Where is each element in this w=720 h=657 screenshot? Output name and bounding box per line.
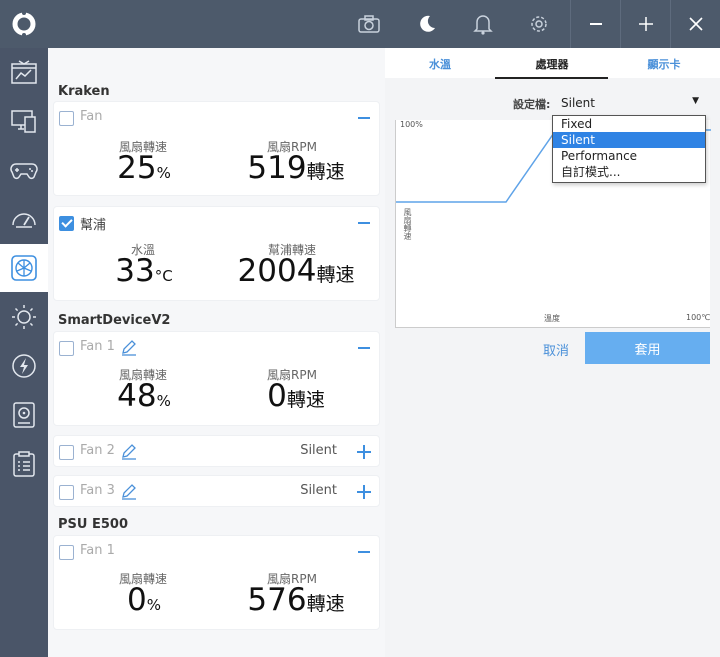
option-performance[interactable]: Performance	[553, 148, 705, 164]
collapse-button[interactable]	[358, 347, 370, 349]
kraken-fan-checkbox[interactable]	[59, 111, 74, 126]
gear-icon[interactable]	[525, 10, 553, 38]
apply-button[interactable]: 套用	[585, 332, 710, 364]
smartdevice-fan3-card: Fan 3 Silent	[53, 475, 380, 507]
sidebar-item-performance[interactable]	[0, 195, 48, 243]
device-panel: Kraken Fan 風扇轉速 25% 風扇RPM 519轉速 幫浦 水溫 33…	[48, 48, 385, 657]
sidebar-item-cooling[interactable]	[0, 244, 48, 292]
fan2-checkbox[interactable]	[59, 445, 74, 460]
logo-icon	[12, 11, 36, 37]
device-name: Fan 2	[80, 443, 115, 458]
cancel-button[interactable]: 取消	[543, 340, 569, 359]
speed-value: 48%	[117, 378, 171, 414]
temp-value: 33°C	[115, 253, 173, 289]
fan3-checkbox[interactable]	[59, 485, 74, 500]
profile-dropdown: Fixed Silent Performance 自訂模式...	[552, 115, 706, 183]
app-logo	[0, 0, 48, 48]
storage-icon	[13, 402, 35, 428]
tab-gpu[interactable]: 顯示卡	[609, 56, 719, 72]
dashboard-icon	[11, 60, 37, 84]
minimize-button[interactable]	[570, 0, 620, 48]
fan-curve-panel: 水溫 處理器 顯示卡 100% 風扇轉速 溫度 100℃ 設定檔: Silent…	[385, 48, 720, 657]
speed-value: 0%	[127, 582, 161, 618]
sidebar-item-power[interactable]	[0, 342, 48, 390]
kraken-fan-card: Fan 風扇轉速 25% 風扇RPM 519轉速	[53, 101, 380, 196]
gamepad-icon	[10, 163, 38, 180]
power-icon	[12, 354, 36, 378]
sidebar-item-storage[interactable]	[0, 391, 48, 439]
pump-speed-value: 2004轉速	[237, 253, 355, 289]
maximize-icon	[638, 17, 653, 31]
tab-liquid[interactable]: 水溫	[385, 56, 495, 72]
option-fixed[interactable]: Fixed	[553, 116, 705, 132]
psu-fan1-card: Fan 1 風扇轉速 0% 風扇RPM 576轉速	[53, 535, 380, 630]
gauge-icon	[12, 213, 36, 228]
smartdevice-fan1-card: Fan 1 風扇轉速 48% 風扇RPM 0轉速	[53, 331, 380, 426]
device-name: 幫浦	[80, 218, 107, 233]
device-name: Fan 3	[80, 483, 115, 498]
maximize-button[interactable]	[620, 0, 670, 48]
sun-icon	[12, 305, 36, 329]
rpm-value: 576轉速	[247, 582, 345, 618]
sidebar-item-monitor[interactable]	[0, 97, 48, 145]
title-bar	[0, 0, 720, 48]
device-name: Fan 1	[80, 339, 115, 354]
collapse-button[interactable]	[358, 222, 370, 224]
rpm-value: 0轉速	[267, 378, 325, 414]
expand-button[interactable]	[357, 485, 371, 499]
active-tab-indicator	[495, 77, 608, 79]
group-title-kraken: Kraken	[58, 84, 110, 99]
dropdown-arrow-icon: ▼	[692, 96, 699, 106]
kraken-pump-card: 幫浦 水溫 33°C 幫浦轉速 2004轉速	[53, 206, 380, 301]
monitor-icon	[11, 110, 36, 133]
fan-mode: Silent	[300, 483, 337, 498]
minimize-icon	[589, 23, 602, 25]
device-name: Fan	[80, 109, 103, 124]
sidebar	[0, 48, 48, 657]
psu-fan1-checkbox[interactable]	[59, 545, 74, 560]
close-button[interactable]	[670, 0, 720, 48]
sidebar-item-dashboard[interactable]	[0, 48, 48, 96]
profile-value: Silent	[561, 96, 595, 110]
collapse-button[interactable]	[358, 551, 370, 553]
edit-icon[interactable]	[120, 338, 138, 356]
tab-cpu[interactable]: 處理器	[497, 56, 607, 72]
speed-value: 25%	[117, 150, 171, 186]
fan-icon	[11, 255, 37, 281]
close-icon	[688, 17, 703, 31]
camera-icon[interactable]	[355, 10, 383, 38]
profile-select[interactable]: Silent ▼	[561, 96, 701, 112]
option-silent[interactable]: Silent	[553, 132, 705, 148]
sidebar-item-lighting[interactable]	[0, 293, 48, 341]
option-custom[interactable]: 自訂模式...	[553, 164, 705, 180]
sidebar-item-gaming[interactable]	[0, 146, 48, 194]
fan-mode: Silent	[300, 443, 337, 458]
edit-icon[interactable]	[120, 482, 138, 500]
smartdevice-fan2-card: Fan 2 Silent	[53, 435, 380, 467]
group-title-psu: PSU E500	[58, 517, 128, 532]
source-tabs: 水溫 處理器 顯示卡	[385, 48, 720, 79]
group-title-smartdevice: SmartDeviceV2	[58, 313, 171, 328]
profile-label: 設定檔:	[513, 98, 551, 111]
kraken-pump-checkbox[interactable]	[59, 216, 74, 231]
expand-button[interactable]	[357, 445, 371, 459]
collapse-button[interactable]	[358, 117, 370, 119]
edit-icon[interactable]	[120, 442, 138, 460]
fan1-checkbox[interactable]	[59, 341, 74, 356]
device-name: Fan 1	[80, 543, 115, 558]
clipboard-icon	[13, 451, 35, 477]
moon-icon[interactable]	[413, 10, 441, 38]
sidebar-item-tasks[interactable]	[0, 440, 48, 488]
rpm-value: 519轉速	[247, 150, 345, 186]
bell-icon[interactable]	[469, 10, 497, 38]
